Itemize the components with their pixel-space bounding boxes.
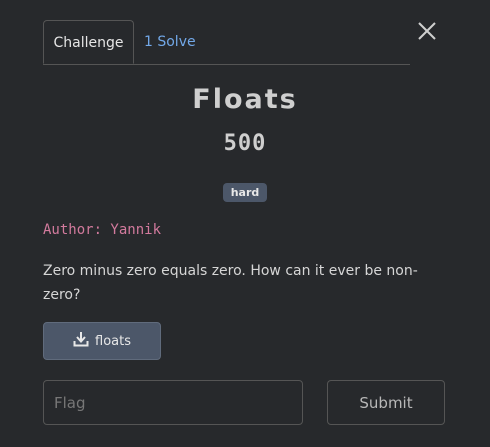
challenge-description: Zero minus zero equals zero. How can it …: [43, 263, 418, 303]
download-icon: [73, 331, 89, 351]
submit-button[interactable]: Submit: [327, 380, 445, 425]
author-text: Author: Yannik: [43, 222, 162, 238]
flag-input[interactable]: [43, 380, 303, 425]
download-file-button[interactable]: floats: [43, 322, 161, 360]
difficulty-badge: hard: [222, 183, 268, 202]
tab-challenge[interactable]: Challenge: [43, 20, 134, 64]
download-file-label: floats: [95, 333, 131, 349]
difficulty-badge-container: hard: [0, 181, 490, 202]
challenge-title: Floats: [192, 84, 298, 115]
challenge-tabs: Challenge 1 Solve: [43, 20, 410, 65]
tab-solves[interactable]: 1 Solve: [134, 20, 206, 64]
challenge-points: 500: [223, 131, 267, 156]
close-icon[interactable]: [416, 20, 438, 42]
